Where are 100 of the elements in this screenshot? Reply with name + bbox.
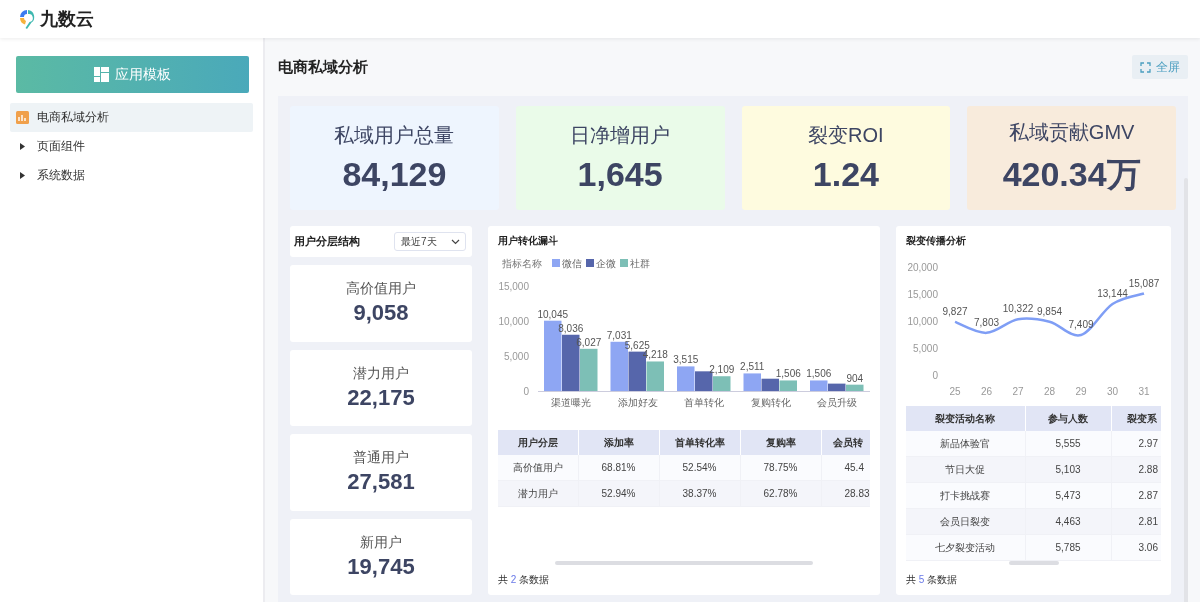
record-count: 共 5 条数据	[906, 573, 958, 587]
column-header[interactable]: 裂变活动名称	[906, 406, 1025, 431]
metric-label: 新用户	[360, 533, 402, 552]
table-cell: 4,463	[1025, 508, 1111, 535]
kpi-label: 私域贡献GMV	[1008, 119, 1135, 145]
metric-label: 普通用户	[353, 449, 409, 468]
axis-label: 31	[1138, 386, 1150, 397]
table-cell: 打卡挑战赛	[906, 482, 1025, 509]
bar	[677, 366, 695, 391]
column-header[interactable]: 添加率	[578, 430, 659, 455]
metric-label: 高价值用户	[346, 280, 416, 299]
axis-label: 25	[949, 386, 961, 397]
page-title: 电商私域分析	[278, 57, 368, 77]
table-cell: 38.37%	[659, 480, 740, 507]
sidebar-item[interactable]: 电商私域分析	[10, 103, 253, 132]
table-cell: 高价值用户	[498, 455, 578, 481]
kpi-value: 1,645	[577, 155, 663, 194]
scrollbar[interactable]	[555, 561, 813, 565]
metric-value: 9,058	[353, 300, 409, 327]
axis-label: 10,000	[907, 316, 938, 327]
table-cell: 52.94%	[578, 480, 659, 507]
data-label: 7,803	[974, 316, 999, 328]
table-cell: 节日大促	[906, 456, 1025, 483]
table-cell: 78.75%	[740, 455, 821, 481]
expand-icon	[1140, 61, 1151, 73]
axis-label: 20,000	[907, 262, 938, 273]
column-header[interactable]: 会员转	[821, 430, 870, 455]
column-header[interactable]: 裂变系	[1111, 406, 1161, 431]
data-label: 9,827	[942, 305, 968, 317]
metric-value: 22,175	[347, 384, 415, 411]
data-label: 1,506	[775, 368, 801, 380]
table-cell: 5,473	[1025, 482, 1111, 509]
data-label: 13,144	[1097, 288, 1128, 299]
axis-label: 30	[1106, 386, 1119, 397]
data-label: 1,506	[806, 368, 832, 380]
axis-label: 26	[980, 386, 993, 397]
brand-name: 九数云	[40, 8, 94, 31]
kpi-label: 裂变ROI	[808, 123, 884, 148]
table-cell: 新品体验官	[906, 431, 1025, 457]
axis-label: 15,000	[907, 289, 938, 300]
axis-label: 添加好友	[617, 397, 658, 408]
axis-label: 10,000	[498, 316, 529, 327]
chart-title: 裂变传播分析	[906, 234, 966, 248]
column-header[interactable]: 用户分层	[498, 430, 578, 455]
data-label: 2,109	[709, 364, 735, 376]
sidebar-item[interactable]: 系统数据	[10, 161, 253, 190]
metric-label: 潜力用户	[353, 364, 409, 383]
data-label: 10,322	[1002, 303, 1034, 315]
table-cell: 5,785	[1025, 534, 1111, 561]
axis-label: 0	[932, 370, 938, 381]
bar	[761, 378, 779, 391]
table-cell: 5,103	[1025, 456, 1111, 483]
axis-label: 15,000	[498, 281, 529, 292]
kpi-value: 84,129	[342, 155, 447, 194]
logo-icon	[18, 8, 36, 30]
data-label: 9,854	[1037, 305, 1062, 317]
table-cell: 2.97	[1111, 431, 1161, 457]
bar	[646, 361, 664, 391]
data-label: 7,031	[606, 329, 632, 341]
axis-label: 5,000	[503, 351, 529, 362]
data-label: 10,045	[537, 308, 569, 320]
chart-title: 用户转化漏斗	[498, 234, 558, 248]
table-cell: 潜力用户	[498, 480, 578, 507]
legend-title: 指标名称	[502, 258, 542, 269]
axis-label: 5,000	[912, 343, 938, 354]
axis-label: 0	[523, 386, 529, 397]
data-label: 2,511	[740, 361, 765, 373]
kpi-value: 420.34万	[1002, 153, 1141, 195]
axis-label: 首单转化	[684, 397, 724, 408]
table-cell: 七夕裂变活动	[906, 534, 1025, 561]
table-cell: 52.54%	[659, 455, 740, 481]
metric-value: 19,745	[347, 553, 415, 580]
bar	[743, 373, 761, 391]
kpi-value: 1.24	[812, 155, 879, 194]
sidebar-item[interactable]: 页面组件	[10, 132, 253, 161]
legend-label: 社群	[630, 258, 650, 269]
axis-label: 27	[1012, 386, 1024, 397]
axis-label: 复购转化	[750, 397, 791, 408]
axis-label: 28	[1043, 386, 1056, 397]
data-label: 15,087	[1128, 277, 1160, 289]
layout-icon	[94, 67, 109, 82]
data-label: 904	[846, 372, 864, 384]
bar	[810, 380, 828, 391]
bar	[580, 348, 598, 391]
axis-label: 会员升级	[817, 397, 857, 408]
metric-value: 27,581	[347, 469, 415, 496]
table-cell: 5,555	[1025, 431, 1111, 457]
record-count: 共 2 条数据	[498, 573, 550, 587]
axis-label: 29	[1075, 386, 1087, 397]
data-label: 7,409	[1068, 319, 1094, 330]
chevron-down-icon	[451, 238, 460, 245]
range-dropdown[interactable]: 最近7天	[394, 232, 466, 251]
axis-label: 渠道曝光	[551, 397, 591, 408]
column-header[interactable]: 复购率	[740, 430, 821, 455]
data-label: 3,515	[673, 354, 699, 366]
legend-label: 企微	[596, 258, 616, 269]
table-cell: 会员日裂变	[906, 508, 1025, 535]
kpi-label: 私域用户总量	[334, 123, 455, 148]
column-header[interactable]: 参与人数	[1025, 406, 1111, 431]
column-header[interactable]: 首单转化率	[659, 430, 740, 455]
